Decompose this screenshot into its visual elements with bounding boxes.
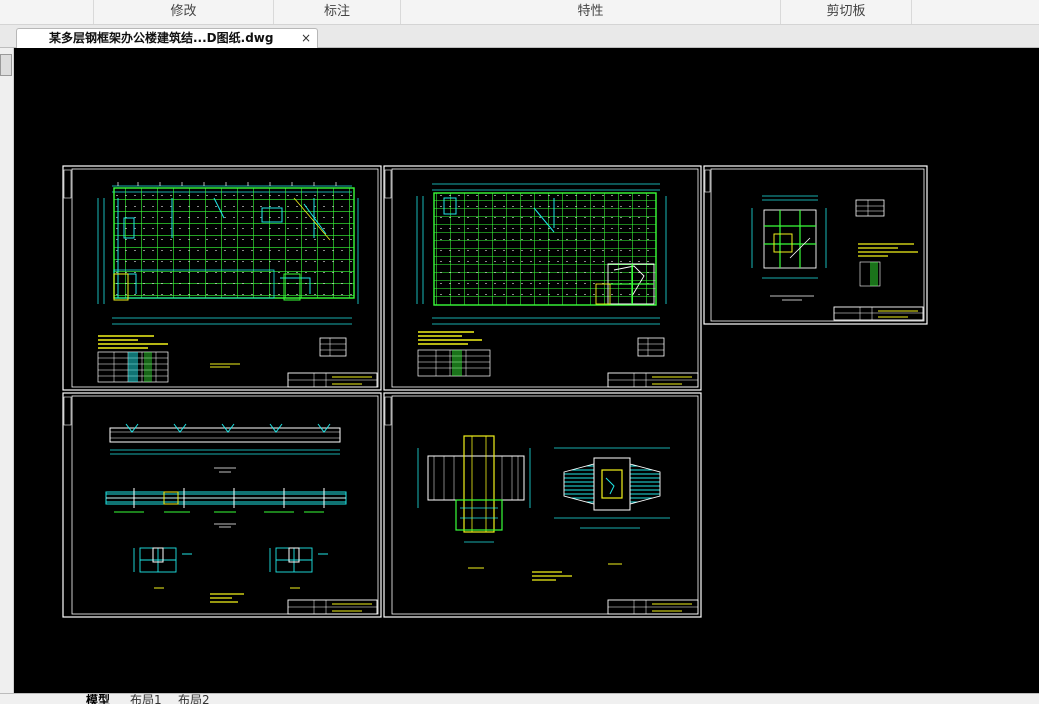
panel-annotate-label: 标注 (323, 4, 350, 19)
panel-modify[interactable]: 修改 (93, 0, 273, 24)
drawing-svg (62, 165, 928, 618)
panel-modify-label: 修改 (170, 4, 197, 19)
panel-clipboard-label: 剪切板 (826, 4, 866, 19)
sheet-4[interactable] (62, 392, 382, 618)
layout-tab-layout2[interactable]: 布局2 (178, 694, 210, 704)
close-icon[interactable]: × (301, 29, 311, 48)
ribbon: 修改 标注 特性 剪切板 (0, 0, 1039, 25)
sheet-1[interactable] (62, 165, 382, 391)
layout-tab-layout1[interactable]: 布局1 (130, 694, 162, 704)
layout-tab-bar: 模型 布局1 布局2 (0, 693, 1039, 704)
left-palette-strip (0, 48, 14, 693)
panel-properties[interactable]: 特性 (400, 0, 780, 24)
document-tab[interactable]: 某多层钢框架办公楼建筑结...D图纸.dwg × (16, 28, 318, 48)
drawing-canvas[interactable] (14, 48, 1039, 693)
document-tab-bar: 某多层钢框架办公楼建筑结...D图纸.dwg × (0, 25, 1039, 48)
sheet-2[interactable] (383, 165, 702, 391)
document-tab-title: 某多层钢框架办公楼建筑结...D图纸.dwg (49, 31, 274, 45)
panel-clipboard[interactable]: 剪切板 (780, 0, 912, 24)
panel-properties-label: 特性 (577, 4, 604, 19)
layout-tab-model[interactable]: 模型 (86, 694, 110, 704)
palette-handle-icon[interactable] (0, 54, 12, 76)
panel-annotate[interactable]: 标注 (273, 0, 400, 24)
sheet-3[interactable] (703, 165, 928, 325)
sheet-5[interactable] (383, 392, 702, 618)
